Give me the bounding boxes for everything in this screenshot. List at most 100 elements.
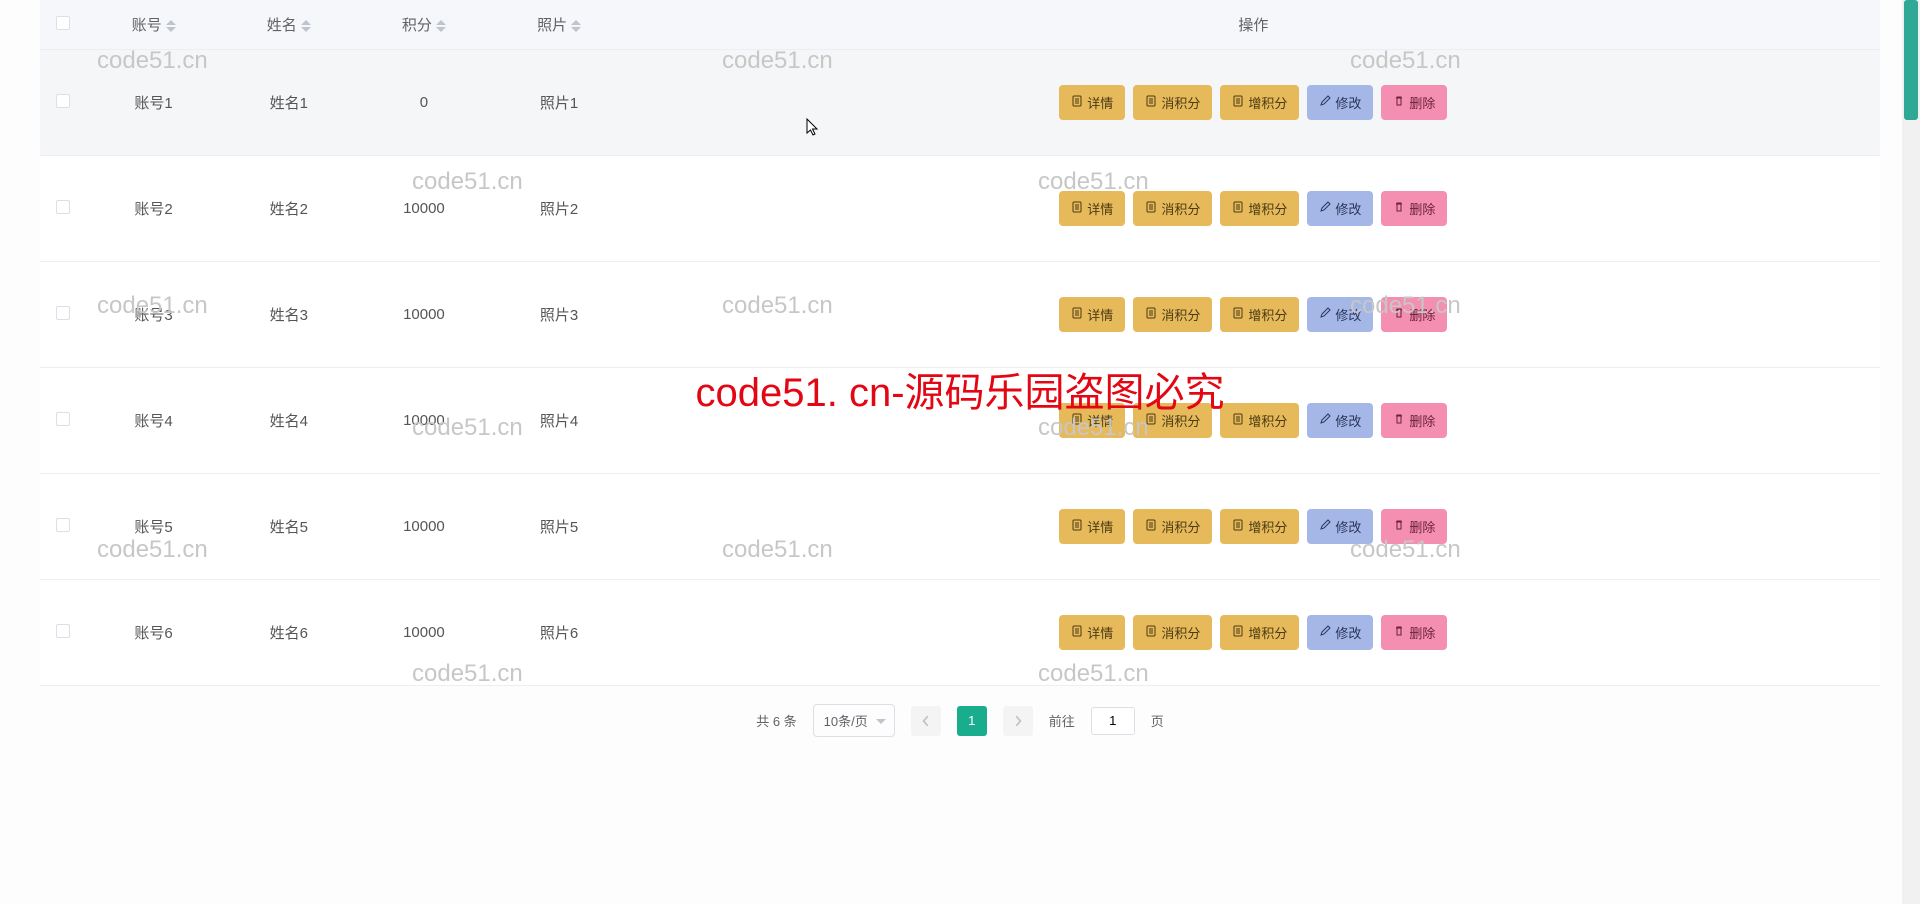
details-button[interactable]: 详情 <box>1059 509 1125 544</box>
consume-points-button[interactable]: 消积分 <box>1133 615 1212 650</box>
document-icon <box>1071 519 1083 534</box>
select-all-checkbox[interactable] <box>56 16 70 30</box>
consume-points-button[interactable]: 消积分 <box>1133 191 1212 226</box>
edit-button[interactable]: 修改 <box>1307 297 1373 332</box>
document-icon <box>1232 307 1244 322</box>
cell-photo: 照片2 <box>492 156 627 262</box>
consume-points-button[interactable]: 消积分 <box>1133 403 1212 438</box>
cell-account: 账号4 <box>86 368 221 474</box>
add-points-button[interactable]: 增积分 <box>1220 615 1299 650</box>
pager-next-button[interactable] <box>1003 706 1033 736</box>
row-checkbox[interactable] <box>56 412 70 426</box>
trash-icon <box>1393 201 1405 216</box>
sort-icon <box>436 20 446 32</box>
delete-button[interactable]: 删除 <box>1381 615 1447 650</box>
document-icon <box>1232 95 1244 110</box>
page-size-select[interactable]: 10条/页 <box>813 704 895 737</box>
cell-photo: 照片5 <box>492 474 627 580</box>
cell-points: 10000 <box>356 474 491 580</box>
document-icon <box>1071 307 1083 322</box>
edit-icon <box>1319 413 1331 428</box>
edit-icon <box>1319 307 1331 322</box>
edit-icon <box>1319 95 1331 110</box>
document-icon <box>1145 307 1157 322</box>
delete-button[interactable]: 删除 <box>1381 403 1447 438</box>
cell-points: 0 <box>356 50 491 156</box>
cell-account: 账号3 <box>86 262 221 368</box>
consume-points-button[interactable]: 消积分 <box>1133 297 1212 332</box>
cell-name: 姓名6 <box>221 580 356 686</box>
header-photo[interactable]: 照片 <box>492 0 627 50</box>
edit-button[interactable]: 修改 <box>1307 403 1373 438</box>
add-points-button[interactable]: 增积分 <box>1220 403 1299 438</box>
details-button[interactable]: 详情 <box>1059 85 1125 120</box>
pager-goto-input[interactable] <box>1091 707 1135 735</box>
cell-photo: 照片3 <box>492 262 627 368</box>
header-points[interactable]: 积分 <box>356 0 491 50</box>
cell-points: 10000 <box>356 580 491 686</box>
consume-points-button[interactable]: 消积分 <box>1133 509 1212 544</box>
edit-button[interactable]: 修改 <box>1307 191 1373 226</box>
delete-button[interactable]: 删除 <box>1381 85 1447 120</box>
edit-icon <box>1319 519 1331 534</box>
trash-icon <box>1393 413 1405 428</box>
pager-goto-label: 前往 <box>1049 711 1075 730</box>
cell-photo: 照片4 <box>492 368 627 474</box>
edit-button[interactable]: 修改 <box>1307 509 1373 544</box>
cell-name: 姓名4 <box>221 368 356 474</box>
table-row: 账号3姓名310000照片3详情消积分增积分修改删除 <box>40 262 1880 368</box>
cell-account: 账号1 <box>86 50 221 156</box>
edit-icon <box>1319 201 1331 216</box>
edit-button[interactable]: 修改 <box>1307 85 1373 120</box>
document-icon <box>1145 95 1157 110</box>
table-row: 账号4姓名410000照片4 详情消积分增积分修改删除 <box>40 368 1880 474</box>
row-checkbox[interactable] <box>56 306 70 320</box>
add-points-button[interactable]: 增积分 <box>1220 85 1299 120</box>
details-button[interactable]: 详情 <box>1059 297 1125 332</box>
pager-goto-suffix: 页 <box>1151 711 1164 730</box>
document-icon <box>1232 201 1244 216</box>
table-row: 账号1姓名10照片1详情消积分增积分修改删除 <box>40 50 1880 156</box>
cell-photo: 照片1 <box>492 50 627 156</box>
header-ops: 操作 <box>627 0 1880 50</box>
sort-icon <box>301 20 311 32</box>
row-checkbox[interactable] <box>56 200 70 214</box>
document-icon <box>1145 413 1157 428</box>
document-icon <box>1071 413 1083 428</box>
document-icon <box>1232 413 1244 428</box>
document-icon <box>1145 519 1157 534</box>
row-checkbox[interactable] <box>56 94 70 108</box>
cell-name: 姓名5 <box>221 474 356 580</box>
delete-button[interactable]: 删除 <box>1381 509 1447 544</box>
pager-page-1[interactable]: 1 <box>957 706 987 736</box>
edit-button[interactable]: 修改 <box>1307 615 1373 650</box>
details-button[interactable]: 详情 <box>1059 615 1125 650</box>
cell-account: 账号2 <box>86 156 221 262</box>
chevron-left-icon <box>920 715 932 727</box>
details-button[interactable]: 详情 <box>1059 403 1125 438</box>
delete-button[interactable]: 删除 <box>1381 191 1447 226</box>
header-name[interactable]: 姓名 <box>221 0 356 50</box>
document-icon <box>1145 625 1157 640</box>
header-account[interactable]: 账号 <box>86 0 221 50</box>
table-row: 账号2姓名210000照片2详情消积分增积分修改删除 <box>40 156 1880 262</box>
pager-total: 共 6 条 <box>756 711 796 730</box>
add-points-button[interactable]: 增积分 <box>1220 509 1299 544</box>
trash-icon <box>1393 307 1405 322</box>
details-button[interactable]: 详情 <box>1059 191 1125 226</box>
add-points-button[interactable]: 增积分 <box>1220 191 1299 226</box>
cell-points: 10000 <box>356 368 491 474</box>
document-icon <box>1071 201 1083 216</box>
scrollbar-track[interactable] <box>1902 0 1920 904</box>
trash-icon <box>1393 95 1405 110</box>
scrollbar-thumb[interactable] <box>1904 0 1918 120</box>
cell-points: 10000 <box>356 156 491 262</box>
row-checkbox[interactable] <box>56 518 70 532</box>
consume-points-button[interactable]: 消积分 <box>1133 85 1212 120</box>
delete-button[interactable]: 删除 <box>1381 297 1447 332</box>
document-icon <box>1232 625 1244 640</box>
pager-prev-button[interactable] <box>911 706 941 736</box>
add-points-button[interactable]: 增积分 <box>1220 297 1299 332</box>
row-checkbox[interactable] <box>56 624 70 638</box>
sort-icon <box>166 20 176 32</box>
